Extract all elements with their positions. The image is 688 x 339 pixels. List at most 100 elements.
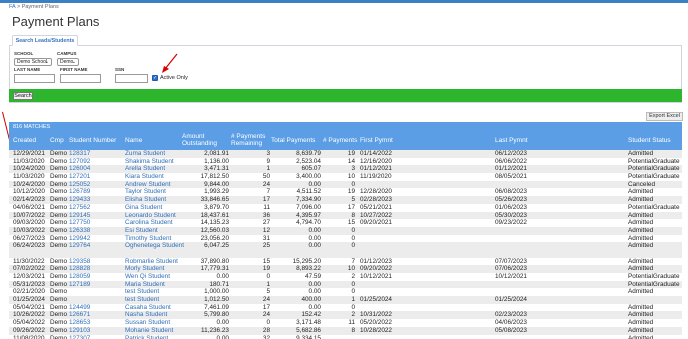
cell-name[interactable]: Taylor Student [125, 188, 185, 196]
cell-student-number[interactable]: 127201 [69, 173, 93, 181]
cell-student-number[interactable]: 129145 [69, 212, 93, 220]
table-row: 11/08/2020 Demo 127307 Patrick Student 0.00 3… [9, 335, 682, 339]
cell-created: 07/02/2022 [13, 265, 45, 273]
column-header[interactable]: Student Number [69, 137, 116, 144]
cell-name[interactable]: Zuma Student [125, 150, 185, 158]
cell-campus: Demo [50, 196, 68, 204]
cell-name[interactable]: Maria Student [125, 281, 185, 289]
cell-created: 09/03/2020 [13, 219, 45, 227]
cell-last-pymnt: 10/12/2021 [495, 273, 527, 281]
tab-search-leads-students[interactable]: Search Leads/Students [12, 35, 78, 46]
cell-name[interactable]: Timothy Student [125, 235, 185, 243]
cell-first-pymnt: 01/25/2024 [360, 296, 392, 304]
column-header[interactable]: Cmp [50, 137, 64, 144]
cell-name[interactable]: Carolina Student [125, 219, 185, 227]
cell-name[interactable]: Gina Student [125, 204, 185, 212]
cell-name[interactable]: Elisha Student [125, 196, 185, 204]
cell-total-payments: 0.00 [308, 234, 321, 242]
cell-campus: Demo [50, 273, 68, 281]
cell-amount-outstanding: 17,779.31 [200, 265, 229, 273]
cell-name[interactable]: test Student [125, 296, 185, 304]
cell-name[interactable]: Patrick Student [125, 335, 185, 339]
cell-created: 12/03/2021 [13, 273, 45, 281]
column-header[interactable]: Student Status [628, 137, 671, 144]
cell-student-number[interactable]: 128317 [69, 150, 93, 158]
cell-student-number[interactable]: 129358 [69, 258, 93, 266]
cell-student-number[interactable]: 129942 [69, 235, 93, 243]
column-header[interactable]: Last Pymnt [495, 137, 528, 144]
cell-student-number[interactable]: 127750 [69, 219, 93, 227]
cell-student-number[interactable]: 126789 [69, 188, 93, 196]
active-only-checkbox[interactable]: ✓ [152, 75, 158, 81]
cell-student-number[interactable]: 128653 [69, 319, 93, 327]
cell-name[interactable]: Robmarlie Student [125, 258, 185, 266]
cell-student-status: PotentialGraduate [628, 165, 680, 173]
column-header[interactable]: Name [125, 137, 142, 144]
column-header[interactable]: Total Payments [271, 137, 315, 144]
search-button[interactable]: Search [13, 92, 33, 100]
table-row: 07/02/2022 Demo 128828 Morly Student 17,779.… [9, 265, 682, 274]
cell-name[interactable]: Sussan Student [125, 319, 185, 327]
cell-total-payments: 7,096.00 [296, 203, 321, 211]
cell-student-number[interactable]: 127562 [69, 204, 93, 212]
cell-student-number[interactable]: 128059 [69, 273, 93, 281]
cell-student-number[interactable]: 127189 [69, 281, 93, 289]
export-excel-button[interactable]: Export Excel [646, 112, 683, 121]
cell-student-number[interactable]: 126671 [69, 311, 93, 319]
cell-amount-outstanding: 1,136.00 [204, 157, 229, 165]
ssn-input[interactable] [115, 74, 148, 83]
cell-student-number[interactable]: 128828 [69, 265, 93, 273]
cell-name[interactable]: Andrew Student [125, 181, 185, 189]
cell-name[interactable]: Kiara Student [125, 173, 185, 181]
school-select[interactable]: Demo School ⌄ [14, 58, 52, 66]
cell-name[interactable]: Oghenetega Student [125, 242, 185, 250]
cell-student-number[interactable]: 127307 [69, 335, 93, 339]
cell-first-pymnt: 10/28/2022 [360, 326, 392, 334]
cell-student-number[interactable]: 126004 [69, 165, 93, 173]
cell-student-number[interactable]: 129433 [69, 196, 93, 204]
cell-campus: Demo [50, 173, 68, 181]
cell-created: 11/03/2020 [13, 173, 45, 181]
cell-student-number[interactable]: 124499 [69, 304, 93, 312]
table-row: 10/24/2020 Demo 125052 Andrew Student 9,844.… [9, 180, 682, 189]
cell-created: 05/31/2023 [13, 280, 45, 288]
cell-student-number[interactable]: 129764 [69, 242, 93, 250]
cell-student-status: Admitted [628, 326, 654, 334]
cell-amount-outstanding: 7,461.09 [204, 303, 229, 311]
breadcrumb-root[interactable]: FA [9, 4, 15, 10]
cell-student-status: Admitted [628, 226, 654, 234]
cell-name[interactable]: Esi Student [125, 227, 185, 235]
search-action-bar: Search [9, 89, 682, 102]
cell-payments: 11 [348, 319, 355, 327]
table-row: 02/14/2023 Demo 129433 Elisha Student 33,846… [9, 196, 682, 204]
campus-select[interactable]: Demo ⌄ [57, 58, 79, 66]
cell-student-status: Admitted [628, 150, 654, 157]
column-header[interactable]: Created [13, 137, 36, 144]
cell-name[interactable]: Arella Student [125, 165, 185, 173]
cell-total-payments: 4,794.70 [296, 219, 321, 227]
cell-student-number[interactable]: 127092 [69, 158, 93, 166]
column-header[interactable]: First Pymnt [360, 137, 393, 144]
first-name-input[interactable] [60, 74, 101, 83]
column-header[interactable]: # Payments [323, 137, 357, 144]
cell-student-number[interactable]: 129103 [69, 327, 93, 335]
cell-name[interactable]: test Student [125, 288, 185, 296]
cell-amount-outstanding: 2,081.91 [204, 150, 229, 157]
cell-name[interactable]: Morly Student [125, 265, 185, 273]
cell-name[interactable]: Leonardo Student [125, 212, 185, 220]
cell-student-number[interactable]: 125052 [69, 181, 93, 189]
last-name-input[interactable] [14, 74, 55, 83]
cell-first-pymnt: 09/20/2022 [360, 265, 392, 273]
cell-name[interactable]: Nasha Student [125, 311, 185, 319]
cell-name[interactable]: Casaha Student [125, 304, 185, 312]
chevron-down-icon: ⌄ [44, 59, 49, 65]
column-header[interactable]: Amount Outstanding [182, 133, 217, 147]
cell-student-number[interactable]: 126338 [69, 227, 93, 235]
table-row: 10/26/2022 Demo 126671 Nasha Student 5,799.8… [9, 311, 682, 320]
cell-name[interactable]: Mohanie Student [125, 327, 185, 335]
cell-name[interactable]: Wen Qi Student [125, 273, 185, 281]
table-row: 11/03/2020 Demo 127092 Shakima Student 1,136… [9, 158, 682, 166]
column-header[interactable]: # Payments Remaining [231, 133, 265, 147]
cell-student-status: Admitted [628, 242, 654, 250]
cell-name[interactable]: Shakima Student [125, 158, 185, 166]
